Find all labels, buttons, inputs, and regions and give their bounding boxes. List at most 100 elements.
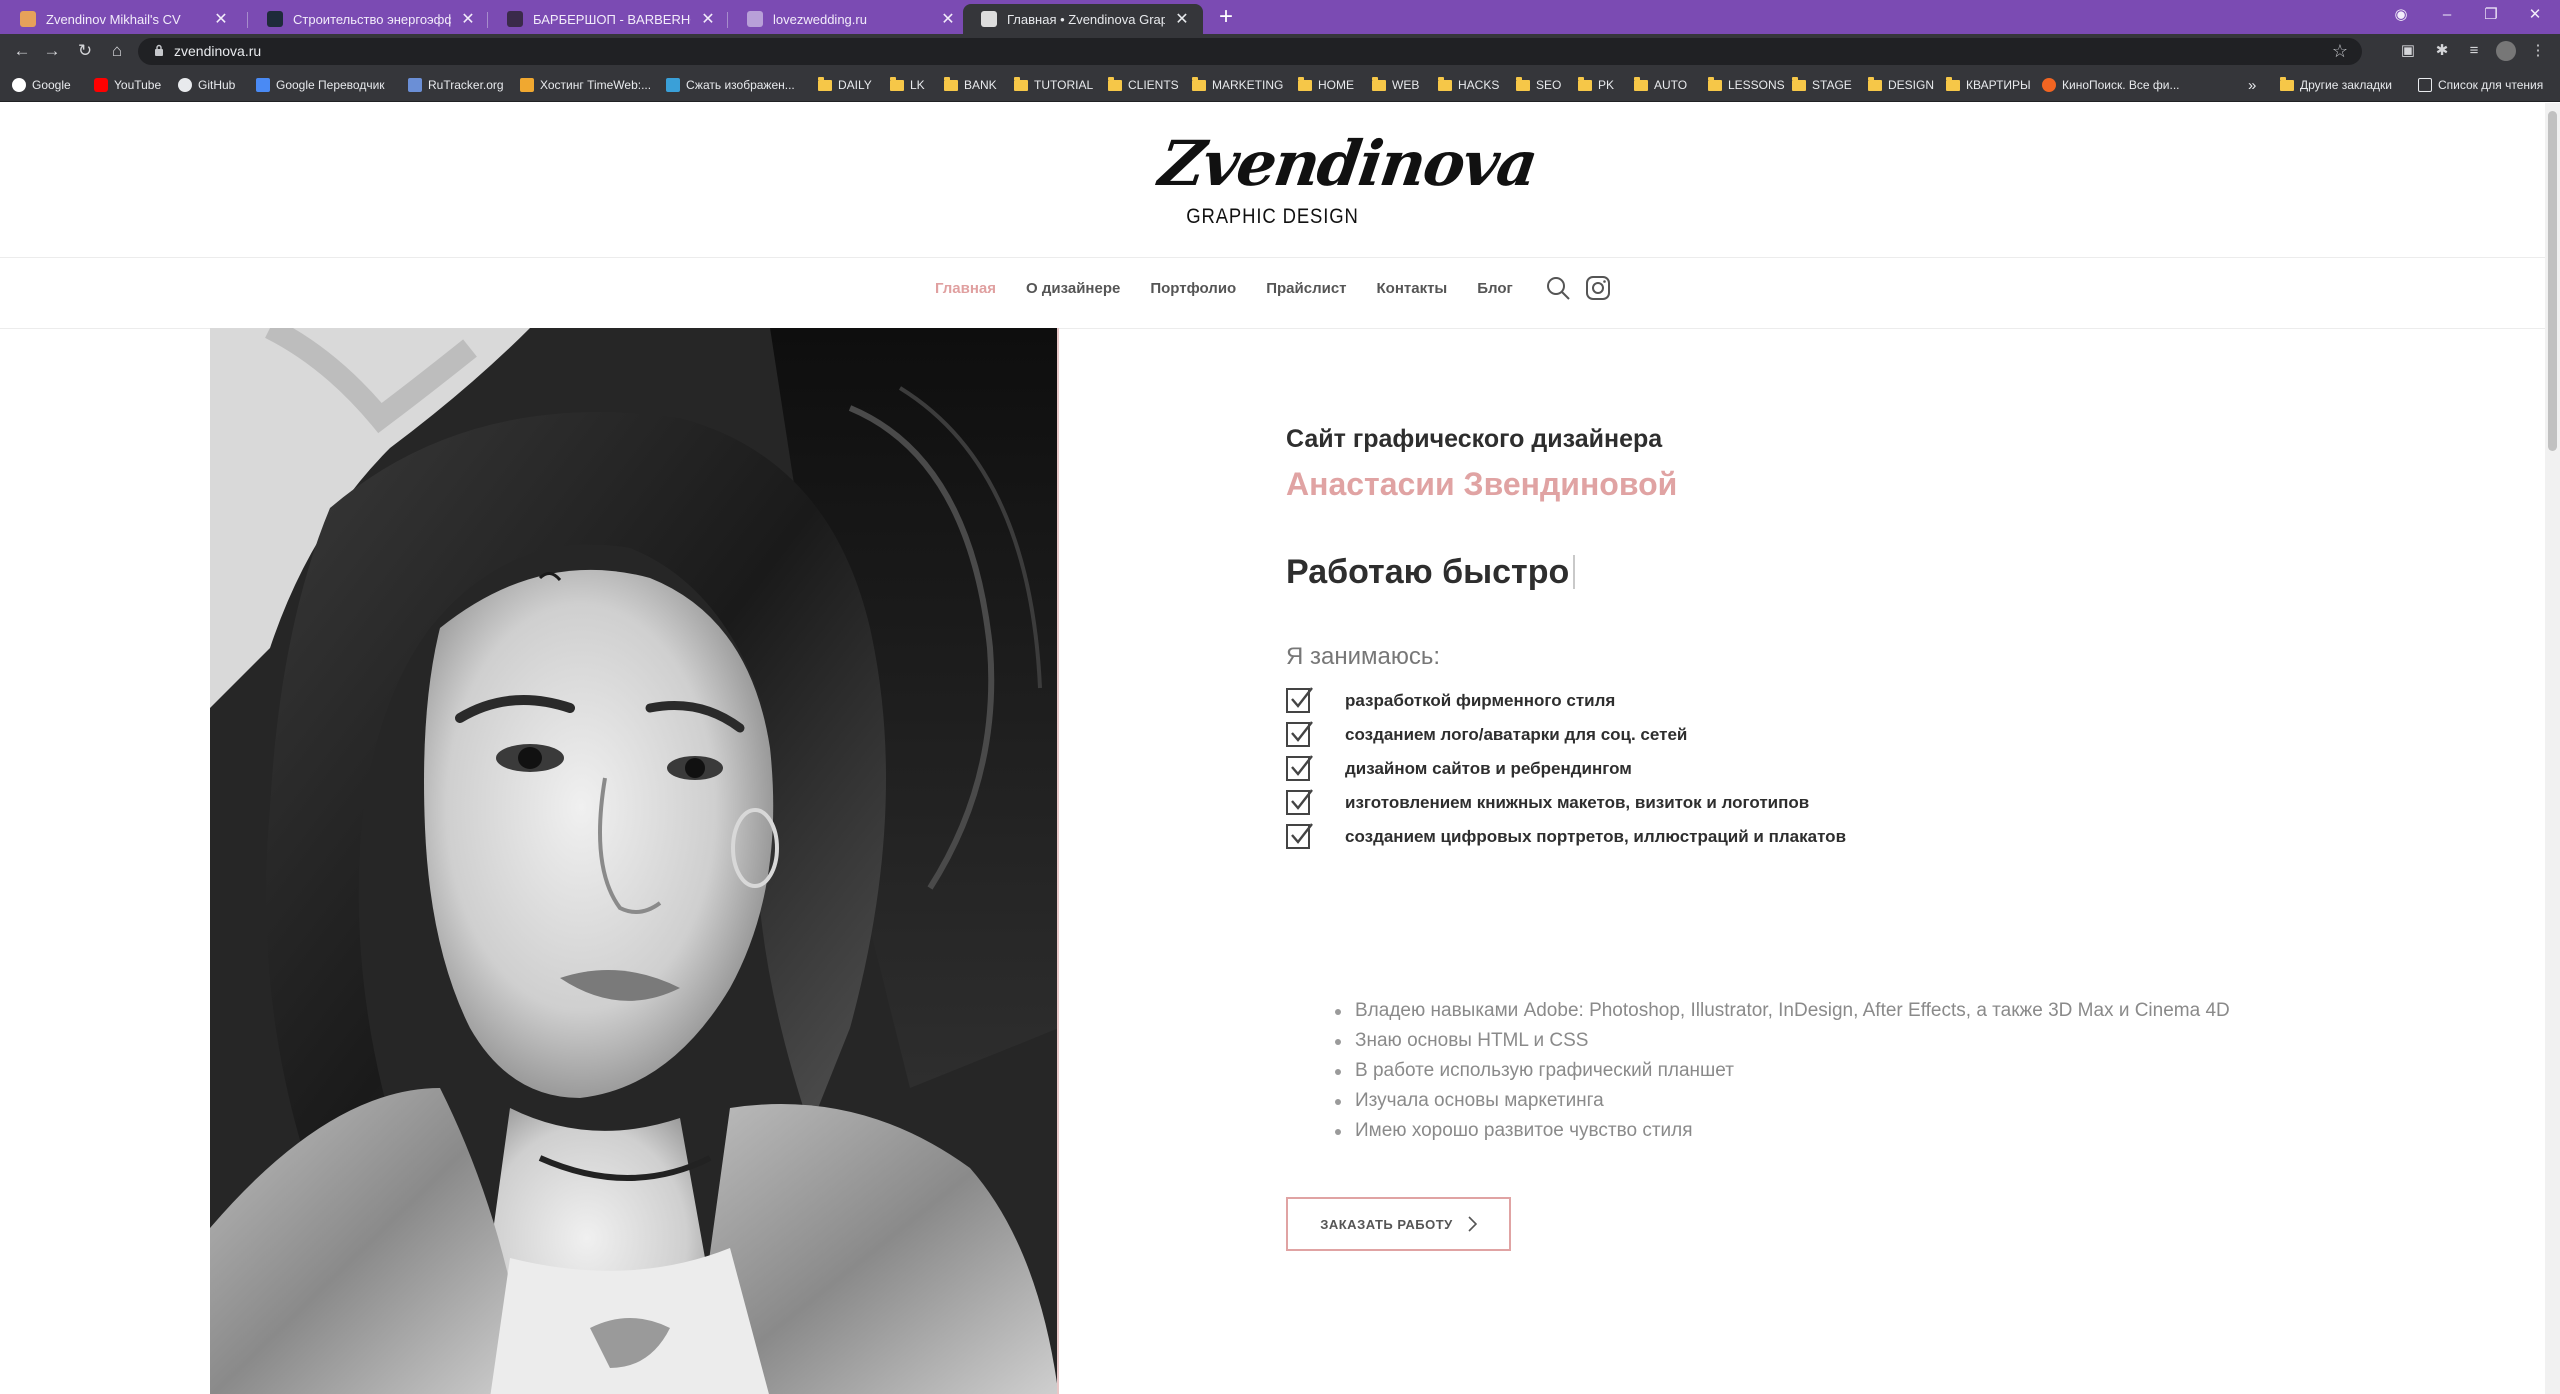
folder-icon (1868, 76, 1882, 91)
close-tab-icon[interactable]: ✕ (212, 9, 230, 29)
instagram-icon[interactable] (1583, 273, 1613, 303)
reload-icon[interactable]: ↻ (73, 39, 97, 63)
bookmark-label: LESSONS (1728, 78, 1785, 92)
menu-item-home[interactable]: Главная (935, 280, 996, 297)
media-control-icon[interactable]: ≡ (2464, 41, 2484, 61)
forward-arrow-icon[interactable]: → (40, 39, 64, 63)
folder-icon (1946, 76, 1960, 91)
construction-favicon-icon (267, 11, 283, 27)
bookmark-kinopoisk[interactable]: КиноПоиск. Все фи... (2042, 75, 2180, 95)
web-page: Zvendinova GRAPHIC DESIGN Главная О диза… (0, 103, 2545, 1394)
bookmark-folder-bank[interactable]: BANK (944, 75, 997, 95)
bookmark-label: RuTracker.org (428, 78, 504, 92)
designer-name-heading: Анастасии Звендиновой (1286, 466, 1678, 502)
bookmark-label: YouTube (114, 78, 162, 92)
minimize-window-icon[interactable]: – (2424, 0, 2470, 30)
menu-item-portfolio[interactable]: Портфолио (1150, 280, 1236, 297)
folder-icon (1014, 76, 1028, 91)
bookmark-rutracker[interactable]: RuTracker.org (408, 75, 504, 95)
browser-menu-icon[interactable]: ⋮ (2528, 41, 2548, 61)
bookmark-folder-seo[interactable]: SEO (1516, 75, 1561, 95)
list-item: В работе использую графический планшет (1335, 1056, 2230, 1086)
bookmark-label: Google Переводчик (276, 78, 385, 92)
site-heading: Сайт графического дизайнера (1286, 425, 1663, 453)
close-tab-icon[interactable]: ✕ (1173, 9, 1191, 29)
menu-item-contacts[interactable]: Контакты (1377, 280, 1448, 297)
bookmark-folder-clients[interactable]: CLIENTS (1108, 75, 1179, 95)
extensions-puzzle-icon[interactable]: ✱ (2432, 41, 2452, 61)
folder-icon (2280, 76, 2294, 91)
bookmark-folder-auto[interactable]: AUTO (1634, 75, 1687, 95)
bookmark-folder-home[interactable]: HOME (1298, 75, 1354, 95)
bookmark-folder-apartments[interactable]: КВАРТИРЫ (1946, 75, 2031, 95)
bookmark-star-icon[interactable]: ☆ (2332, 41, 2348, 62)
tab-divider (487, 12, 488, 28)
bookmark-google[interactable]: Google (12, 75, 71, 95)
search-icon[interactable] (1543, 273, 1573, 303)
new-tab-button[interactable]: + (1213, 4, 1239, 30)
bookmark-label: Список для чтения (2438, 78, 2544, 92)
back-arrow-icon[interactable]: ← (10, 39, 34, 63)
bookmark-label: КиноПоиск. Все фи... (2062, 78, 2180, 92)
bookmark-google-translate[interactable]: Google Переводчик (256, 75, 385, 95)
bookmark-folder-pk[interactable]: PK (1578, 75, 1614, 95)
list-item: Изучала основы маркетинга (1335, 1086, 2230, 1116)
bookmark-folder-web[interactable]: WEB (1372, 75, 1419, 95)
folder-icon (1372, 76, 1386, 91)
site-logo[interactable]: Zvendinova GRAPHIC DESIGN (1155, 127, 1541, 247)
restore-window-icon[interactable]: ❐ (2468, 0, 2514, 30)
browser-tab-zvendinova[interactable]: Главная • Zvendinova Graphic D ✕ (963, 4, 1203, 34)
browser-tab-lovezwedding[interactable]: lovezwedding.ru ✕ (729, 4, 969, 34)
close-tab-icon[interactable]: ✕ (699, 9, 717, 29)
bookmark-github[interactable]: GitHub (178, 75, 235, 95)
bookmark-folder-marketing[interactable]: MARKETING (1192, 75, 1283, 95)
bookmark-other-folder[interactable]: Другие закладки (2280, 75, 2392, 95)
browser-tab-construction[interactable]: Строительство энергоэффекти ✕ (249, 4, 489, 34)
kinopoisk-icon (2042, 78, 2056, 92)
cv-favicon-icon (20, 11, 36, 27)
typed-text: Работаю быстро (1286, 553, 1570, 591)
folder-icon (1634, 76, 1648, 91)
folder-icon (1516, 76, 1530, 91)
bookmark-folder-stage[interactable]: STAGE (1792, 75, 1852, 95)
bookmark-folder-lessons[interactable]: LESSONS (1708, 75, 1785, 95)
logo-subtitle: GRAPHIC DESIGN (1186, 205, 1359, 228)
services-title: Я занимаюсь: (1286, 643, 1441, 670)
menu-item-blog[interactable]: Блог (1477, 280, 1513, 297)
menu-item-pricelist[interactable]: Прайслист (1266, 280, 1346, 297)
scrollbar-thumb[interactable] (2548, 111, 2557, 451)
tab-search-icon[interactable]: ◉ (2378, 0, 2424, 30)
service-text: разработкой фирменного стиля (1345, 691, 1616, 710)
extension-new-icon[interactable]: ▣ (2398, 41, 2418, 61)
bookmark-folder-tutorial[interactable]: TUTORIAL (1014, 75, 1093, 95)
bookmark-timeweb[interactable]: Хостинг TimeWeb:... (520, 75, 651, 95)
reading-list-button[interactable]: Список для чтения (2418, 75, 2543, 95)
bookmark-label: Другие закладки (2300, 78, 2392, 92)
address-bar[interactable]: zvendinova.ru ☆ (138, 38, 2362, 65)
bookmark-compress-image[interactable]: Сжать изображен... (666, 75, 795, 95)
profile-avatar[interactable] (2496, 41, 2516, 61)
bookmark-label: Сжать изображен... (686, 78, 795, 92)
close-window-icon[interactable]: ✕ (2512, 0, 2558, 30)
bookmark-youtube[interactable]: YouTube (94, 75, 161, 95)
browser-tab-cv[interactable]: Zvendinov Mikhail's CV ✕ (2, 4, 242, 34)
menu-item-about[interactable]: О дизайнере (1026, 280, 1120, 297)
portrait-image (210, 328, 1057, 1394)
browser-tab-barbershop[interactable]: БАРБЕРШОП - BARBERHOUSE ✕ (489, 4, 729, 34)
tab-title: lovezwedding.ru (773, 11, 867, 27)
checkbox-icon (1286, 789, 1313, 815)
close-tab-icon[interactable]: ✕ (939, 9, 957, 29)
translate-icon (256, 78, 270, 92)
bookmark-folder-hacks[interactable]: HACKS (1438, 75, 1499, 95)
bookmark-folder-design[interactable]: DESIGN (1868, 75, 1934, 95)
bookmarks-overflow-icon[interactable]: » (2248, 75, 2256, 95)
home-icon[interactable]: ⌂ (105, 39, 129, 63)
folder-icon (1298, 76, 1312, 91)
list-item: Владею навыками Adobe: Photoshop, Illust… (1335, 996, 2230, 1026)
close-tab-icon[interactable]: ✕ (459, 9, 477, 29)
bookmark-folder-daily[interactable]: DAILY (818, 75, 872, 95)
folder-icon (818, 76, 832, 91)
page-scrollbar[interactable] (2545, 103, 2560, 1394)
order-work-button[interactable]: ЗАКАЗАТЬ РАБОТУ (1286, 1197, 1511, 1251)
bookmark-folder-lk[interactable]: LK (890, 75, 925, 95)
